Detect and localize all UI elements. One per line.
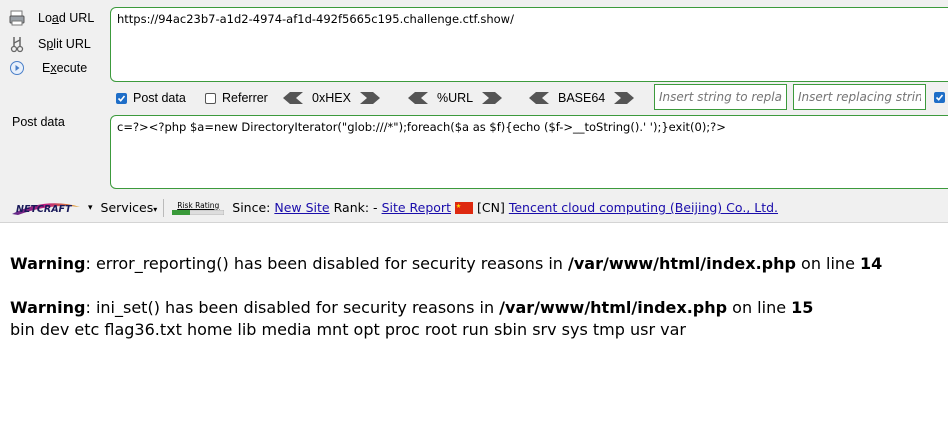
netcraft-menu-arrow-icon[interactable]: ▾ (88, 203, 93, 213)
hackbar-panel: Load URL Split URL Execute https://94ac2… (0, 0, 948, 223)
risk-rating[interactable]: Risk Rating (172, 201, 225, 215)
services-menu[interactable]: Services▾ (101, 200, 158, 215)
hex-encode-control[interactable]: 0xHEX (283, 90, 380, 106)
split-url-button[interactable]: Split URL (8, 34, 91, 54)
new-site-link[interactable]: New Site (274, 200, 329, 215)
post-data-field[interactable]: c=?><?php $a=new DirectoryIterator("glob… (110, 115, 948, 189)
warning-message: Warning: error_reporting() has been disa… (10, 254, 883, 273)
find-string-input[interactable] (654, 84, 787, 110)
post-data-toggle[interactable]: Post data (116, 90, 186, 106)
warning-message: Warning: ini_set() has been disabled for… (10, 298, 814, 317)
checkbox-checked-icon (116, 92, 127, 104)
url-encode-control[interactable]: %URL (408, 90, 503, 106)
netcraft-logo[interactable]: NETCRAFT (10, 199, 82, 217)
execute-button[interactable]: Execute (8, 58, 87, 78)
replace-all-checkbox[interactable] (934, 92, 945, 103)
page-output: Warning: error_reporting() has been disa… (10, 253, 940, 341)
post-data-title: Post data (12, 115, 65, 129)
load-url-button[interactable]: Load URL (8, 8, 94, 28)
arrow-left-icon[interactable] (529, 92, 549, 104)
hosting-provider-link[interactable]: Tencent cloud computing (Beijing) Co., L… (509, 200, 778, 215)
netcraft-toolbar: NETCRAFT ▾ Services▾ Risk Rating Since: … (0, 195, 948, 220)
base64-encode-control[interactable]: BASE64 (529, 90, 635, 106)
svg-text:NETCRAFT: NETCRAFT (16, 204, 73, 215)
load-url-icon (8, 9, 26, 27)
directory-listing-output: bin dev etc flag36.txt home lib media mn… (10, 320, 686, 339)
arrow-right-icon[interactable] (614, 92, 635, 104)
arrow-left-icon[interactable] (283, 92, 303, 104)
arrow-left-icon[interactable] (408, 92, 428, 104)
toolbar-divider (163, 198, 165, 217)
checkbox-unchecked-icon (205, 92, 216, 104)
site-report-link[interactable]: Site Report (382, 200, 451, 215)
risk-rating-bar-icon (172, 209, 225, 215)
arrow-right-icon[interactable] (359, 92, 380, 104)
china-flag-icon (454, 201, 473, 214)
execute-icon (8, 59, 26, 77)
referrer-toggle[interactable]: Referrer (205, 90, 268, 106)
replace-string-input[interactable] (793, 84, 926, 110)
arrow-right-icon[interactable] (482, 92, 503, 104)
url-field[interactable]: https://94ac23b7-a1d2-4974-af1d-492f5665… (110, 7, 948, 82)
split-url-icon (8, 35, 26, 53)
